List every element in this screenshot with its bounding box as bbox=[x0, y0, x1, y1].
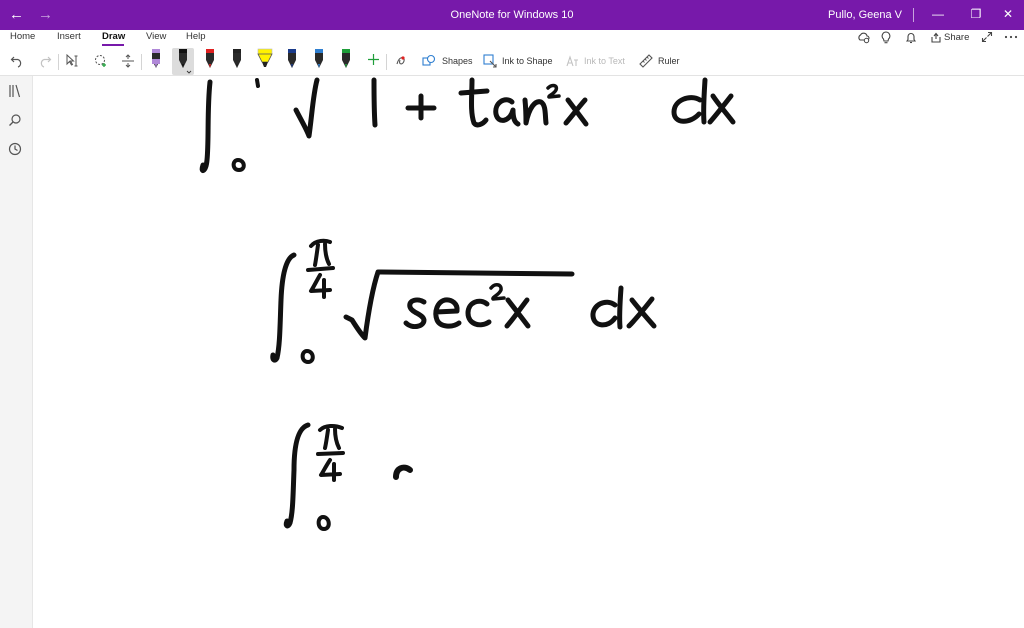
type-select-icon[interactable] bbox=[66, 53, 80, 71]
toolbar-separator bbox=[141, 54, 142, 70]
ruler-button[interactable]: Ruler bbox=[658, 56, 680, 67]
lasso-select-icon[interactable] bbox=[94, 54, 108, 71]
redo-icon[interactable] bbox=[38, 54, 52, 71]
add-pen-icon[interactable] bbox=[367, 53, 380, 69]
share-button[interactable]: Share bbox=[944, 32, 969, 44]
notebooks-icon[interactable] bbox=[8, 84, 22, 101]
black-pen-icon bbox=[179, 49, 192, 74]
navy-pen-button[interactable] bbox=[281, 48, 303, 75]
ink-to-text-button: Ink to Text bbox=[584, 56, 625, 66]
ink-replay-icon[interactable] bbox=[394, 54, 408, 71]
expand-icon[interactable] bbox=[981, 31, 993, 47]
draw-toolbar: Shapes Ink to Shape Ink to Text Ruler bbox=[0, 46, 1024, 76]
tab-insert[interactable]: Insert bbox=[57, 31, 81, 43]
tab-home[interactable]: Home bbox=[10, 31, 35, 43]
tab-view[interactable]: View bbox=[146, 31, 166, 43]
black-pen-button[interactable] bbox=[172, 48, 194, 75]
shapes-icon[interactable] bbox=[422, 54, 436, 71]
close-icon[interactable]: ✕ bbox=[998, 5, 1018, 23]
blue-pen-icon bbox=[315, 49, 323, 68]
green-pen-icon bbox=[342, 49, 350, 68]
ruler-icon[interactable] bbox=[639, 54, 653, 71]
undo-icon[interactable] bbox=[10, 54, 24, 71]
yellow-highlighter-icon bbox=[257, 48, 273, 67]
restore-icon[interactable]: ❐ bbox=[966, 5, 986, 23]
ink-line-1 bbox=[199, 77, 736, 174]
red-pen-icon bbox=[206, 49, 214, 68]
ink-line-3 bbox=[283, 422, 413, 531]
tab-draw[interactable]: Draw bbox=[102, 31, 125, 43]
recent-icon[interactable] bbox=[8, 142, 22, 159]
toolbar-separator bbox=[386, 54, 387, 70]
add-space-icon[interactable] bbox=[121, 54, 135, 71]
purple-pen-icon bbox=[152, 49, 160, 68]
navy-pen-icon bbox=[288, 49, 296, 68]
red-pen-button[interactable] bbox=[199, 48, 221, 75]
shapes-button[interactable]: Shapes bbox=[442, 56, 473, 67]
green-pen-button[interactable] bbox=[335, 48, 357, 75]
title-bar: ← → OneNote for Windows 10 Pullo, Geena … bbox=[0, 0, 1024, 30]
share-icon[interactable] bbox=[930, 31, 942, 47]
more-icon[interactable] bbox=[1004, 31, 1018, 47]
yellow-highlighter-button[interactable] bbox=[254, 48, 276, 75]
minimize-icon[interactable]: — bbox=[928, 5, 948, 23]
note-canvas[interactable] bbox=[34, 77, 1024, 628]
ribbon-tabs: Home Insert Draw View Help bbox=[0, 30, 1024, 46]
purple-pen-button[interactable] bbox=[145, 48, 167, 75]
search-icon[interactable] bbox=[8, 113, 22, 130]
user-name[interactable]: Pullo, Geena V bbox=[828, 9, 902, 21]
ink-strokes bbox=[199, 77, 736, 531]
titlebar-separator bbox=[913, 8, 914, 22]
left-sidebar bbox=[0, 76, 33, 628]
forward-arrow-icon[interactable]: → bbox=[38, 6, 53, 24]
ink-to-text-icon bbox=[565, 54, 579, 71]
dark-pen-button[interactable] bbox=[226, 48, 248, 75]
toolbar-separator bbox=[58, 54, 59, 70]
ink-to-shape-button[interactable]: Ink to Shape bbox=[502, 56, 553, 67]
ink-to-shape-icon[interactable] bbox=[483, 54, 497, 71]
back-arrow-icon[interactable]: ← bbox=[9, 6, 24, 24]
ink-line-2 bbox=[270, 238, 657, 364]
blue-pen-button[interactable] bbox=[308, 48, 330, 75]
tab-help[interactable]: Help bbox=[186, 31, 206, 43]
dark-pen-icon bbox=[233, 49, 241, 68]
